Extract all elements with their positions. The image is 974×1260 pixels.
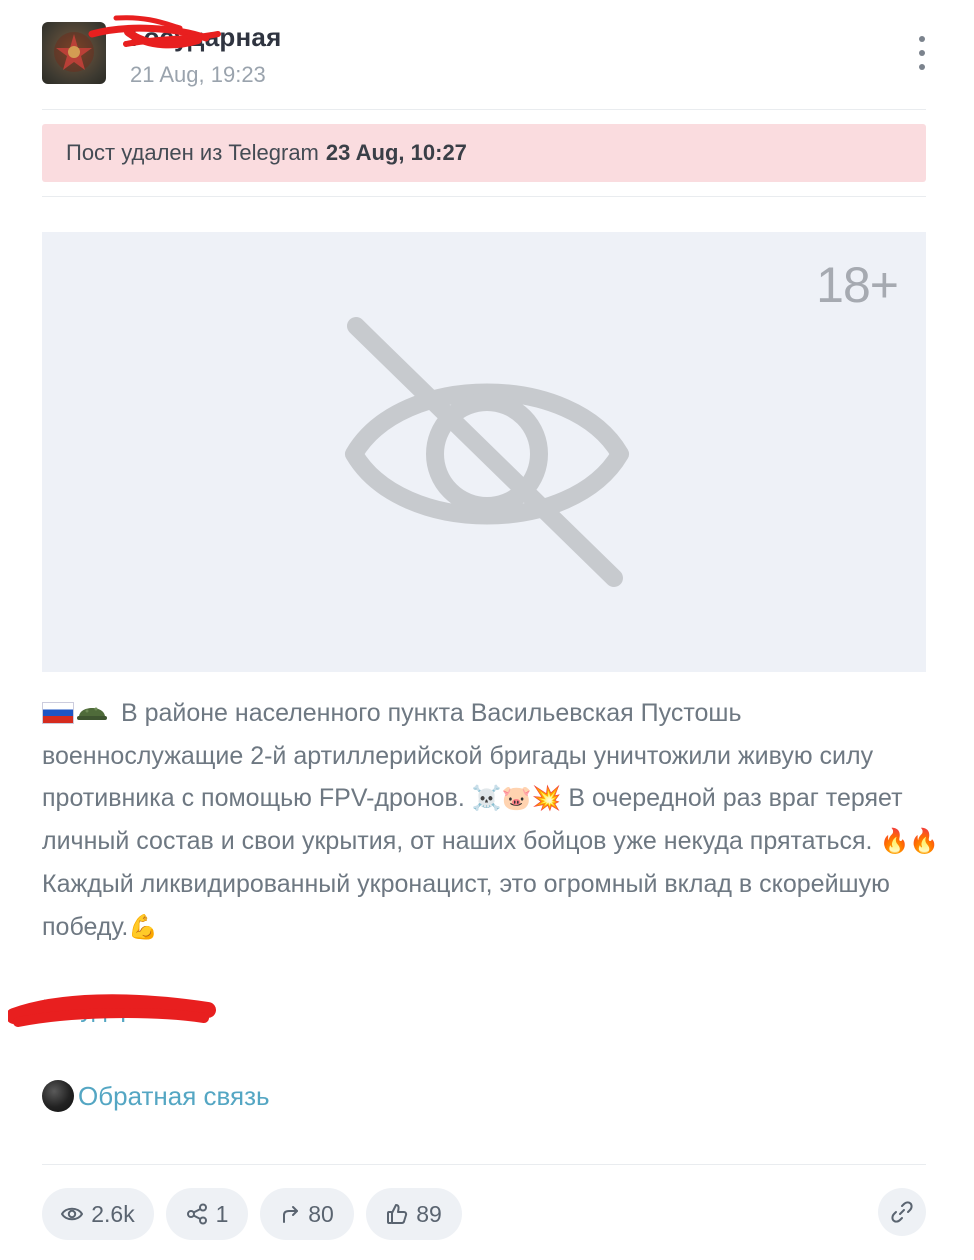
- views-count: 2.6k: [91, 1200, 135, 1227]
- russia-flag-icon: [42, 702, 74, 724]
- skull-pig-explosion-icon: ☠️🐷💥: [471, 784, 562, 813]
- channel-avatar[interactable]: [42, 22, 106, 84]
- likes-count: 89: [416, 1200, 442, 1227]
- banner-divider: [42, 196, 926, 197]
- copy-link-button[interactable]: [878, 1188, 926, 1236]
- military-helmet-icon: [77, 707, 107, 720]
- forwards-count: 80: [308, 1200, 334, 1227]
- thumbs-up-icon: [387, 1204, 408, 1224]
- forward-arrow-icon: [283, 1206, 299, 1223]
- share-icon: [186, 1203, 207, 1225]
- forwards-counter[interactable]: 80: [260, 1188, 354, 1240]
- post-timestamp: 21 Aug, 19:23: [130, 62, 266, 87]
- post-header: Государная 21 Aug, 19:23: [0, 0, 974, 110]
- deleted-notice-text: Пост удален из Telegram: [66, 140, 319, 165]
- feedback-link[interactable]: Обратная связь: [42, 1080, 270, 1112]
- header-divider: [42, 109, 926, 110]
- likes-counter[interactable]: 89: [366, 1188, 462, 1240]
- deleted-notice-banner: Пост удален из Telegram 23 Aug, 10:27: [42, 124, 926, 182]
- flexed-biceps-icon: 💪: [128, 912, 159, 941]
- black-circle-icon: [42, 1080, 74, 1112]
- age-restriction-badge: 18+: [816, 257, 899, 313]
- channel-link[interactable]: Государная: [42, 995, 176, 1024]
- post-body: В районе населенного пункта Васильевская…: [42, 692, 942, 948]
- link-icon: [891, 1201, 913, 1223]
- hidden-media-placeholder[interactable]: 18+: [42, 232, 926, 672]
- channel-name[interactable]: Государная: [130, 22, 281, 53]
- footer-divider: [42, 1164, 926, 1165]
- views-counter[interactable]: 2.6k: [42, 1188, 154, 1240]
- shares-counter[interactable]: 1: [166, 1188, 248, 1240]
- feedback-label[interactable]: Обратная связь: [78, 1081, 270, 1112]
- kebab-menu-icon[interactable]: [910, 36, 934, 70]
- deleted-notice-date: 23 Aug, 10:27: [325, 140, 467, 165]
- eye-off-icon: [345, 317, 629, 587]
- shares-count: 1: [215, 1200, 229, 1227]
- fire-icon: 🔥🔥: [879, 827, 940, 856]
- eye-icon: [61, 1207, 84, 1221]
- post-text-part: Каждый ликвидированный укронацист, это о…: [42, 869, 890, 941]
